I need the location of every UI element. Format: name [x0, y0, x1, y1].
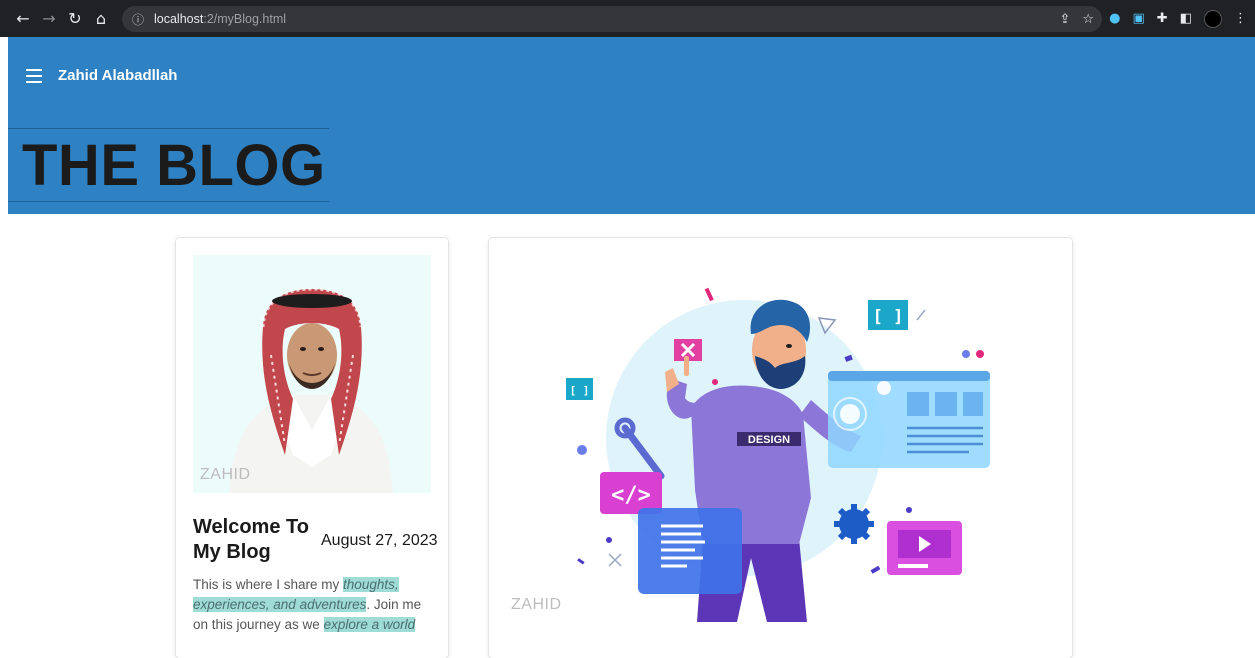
extensions-area: ● ▣ ✚ ◧ ⋮	[1109, 0, 1255, 37]
blog-title-frame: THE BLOG	[8, 128, 329, 202]
url-host: localhost	[154, 12, 204, 26]
post-date: August 27, 2023	[321, 532, 438, 549]
bookmark-star-icon[interactable]: ☆	[1082, 12, 1094, 27]
blog-title: THE BLOG	[22, 133, 326, 198]
forward-icon[interactable]: →	[36, 6, 62, 32]
share-icon[interactable]: ⇪	[1059, 12, 1070, 27]
reload-icon[interactable]: ↻	[62, 6, 88, 32]
hamburger-menu-icon[interactable]	[26, 68, 42, 83]
extension-scan-icon[interactable]: ▣	[1133, 11, 1145, 26]
post-card[interactable]: ZAHID Welcome To My Blog August 27, 2023…	[176, 238, 448, 658]
excerpt-text-1: This is where I share my	[193, 577, 344, 592]
site-info-icon[interactable]: ⓘ	[132, 11, 150, 28]
brand: Zahid Alabadllah	[26, 67, 177, 84]
designer-illustration: [ ] [ ] </> DESIGN	[566, 287, 990, 622]
back-icon[interactable]: ←	[10, 6, 36, 32]
excerpt-highlight-2: explore a world	[323, 617, 416, 632]
profile-avatar[interactable]	[1204, 9, 1222, 28]
site-name[interactable]: Zahid Alabadllah	[58, 67, 177, 84]
author-figure-icon	[229, 287, 393, 493]
blog-header: Zahid Alabadllah THE BLOG	[8, 37, 1255, 214]
illustration-watermark: ZAHID	[511, 596, 562, 613]
bracket-tile-small: [ ]	[570, 384, 590, 397]
home-icon[interactable]: ⌂	[88, 6, 114, 32]
url-text[interactable]: localhost:2/myBlog.html	[154, 12, 286, 26]
shirt-label: DESIGN	[748, 434, 790, 446]
browser-nav: ← → ↻ ⌂	[10, 6, 114, 32]
address-bar[interactable]: ⓘ localhost:2/myBlog.html ⇪ ☆	[122, 6, 1102, 32]
post-excerpt: This is where I share my thoughts, exper…	[193, 575, 438, 635]
url-path: :2/myBlog.html	[203, 12, 287, 26]
extension-drop-icon[interactable]: ●	[1109, 11, 1120, 26]
illustration-card[interactable]: [ ] [ ] </> DESIGN ZAHID	[489, 238, 1072, 658]
browser-toolbar: ← → ↻ ⌂ ⓘ localhost:2/myBlog.html ⇪ ☆ ● …	[0, 0, 1255, 37]
author-photo: ZAHID	[193, 255, 431, 493]
puzzle-icon[interactable]: ✚	[1157, 11, 1168, 26]
omnibox-actions: ⇪ ☆	[1059, 6, 1094, 32]
menu-dots-icon[interactable]: ⋮	[1234, 11, 1247, 26]
post-title[interactable]: Welcome To My Blog	[193, 515, 313, 565]
code-tile: </>	[611, 483, 651, 508]
side-panel-icon[interactable]: ◧	[1180, 11, 1192, 26]
bracket-tile-large: [ ]	[873, 307, 904, 327]
photo-watermark: ZAHID	[200, 466, 251, 483]
